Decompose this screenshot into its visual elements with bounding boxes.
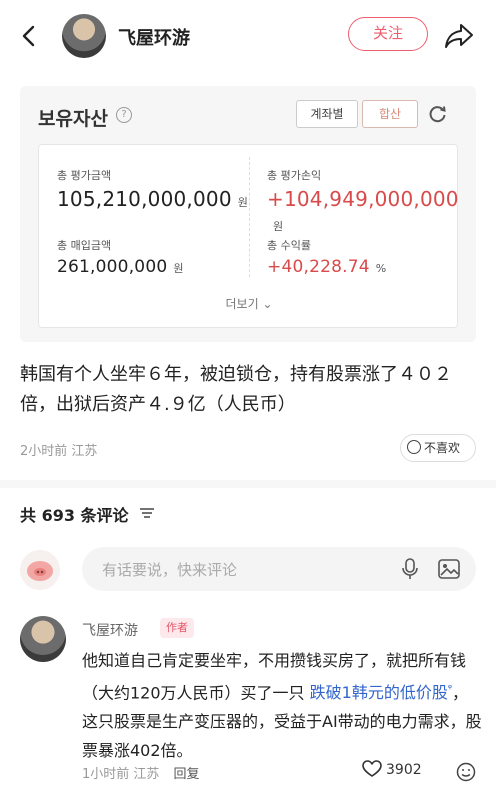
eval-amount-label: 총 평가금액 — [57, 169, 112, 182]
refresh-icon — [429, 106, 446, 123]
comment-text: 他知道自己肯定要坐牢，不用攒钱买房了，就把所有钱（大约120万人民币）买了一只 … — [82, 651, 482, 761]
comment-meta: 1小时前 江苏 回复 — [82, 767, 200, 782]
holdings-screenshot[interactable]: 보유자산 ? 계좌별 합산 총 평가금액 105,210,000,000 원 총 … — [20, 86, 476, 342]
chevron-down-icon: ⌄ — [262, 297, 273, 311]
eval-profit-label: 총 평가손익 — [267, 169, 322, 182]
dislike-button[interactable]: 不喜欢 — [400, 434, 476, 462]
reply-button[interactable]: 回复 — [173, 767, 199, 782]
post-text: 韩国有个人坐牢６年，被迫锁仓，持有股票涨了４０２倍，出狱后资产４.９亿（人民币） — [20, 364, 452, 415]
heart-icon — [362, 760, 382, 777]
author-avatar[interactable] — [62, 14, 106, 58]
section-divider — [0, 480, 496, 488]
frown-face-icon — [407, 440, 421, 454]
microphone-icon[interactable] — [400, 558, 420, 580]
back-arrow-icon[interactable] — [18, 24, 42, 48]
image-icon[interactable] — [438, 559, 460, 579]
author-badge: 作者 — [160, 618, 194, 638]
purchase-amount-value: 261,000,000 원 — [57, 257, 184, 277]
follow-button[interactable]: 关注 — [348, 17, 428, 51]
purchase-amount-label: 총 매입금액 — [57, 239, 112, 252]
share-icon[interactable] — [444, 22, 474, 50]
comment-placeholder: 有话要说，快来评论 — [102, 561, 238, 579]
my-avatar — [20, 550, 60, 590]
help-icon: ? — [116, 107, 132, 123]
holdings-summary: 총 평가금액 105,210,000,000 원 총 평가손익 +104,949,… — [38, 144, 459, 328]
show-more: 더보기 ⌄ — [225, 297, 273, 311]
emoji-icon[interactable] — [456, 762, 476, 782]
eval-amount-value: 105,210,000,000 원 — [57, 187, 249, 211]
tab-by-account: 계좌별 — [296, 100, 358, 128]
divider — [249, 157, 250, 277]
author-name[interactable]: 飞屋环游 — [118, 24, 190, 50]
top-bar: 飞屋环游 关注 — [0, 0, 496, 72]
post-meta: 2小时前 江苏 — [20, 444, 98, 459]
return-rate-label: 총 수익률 — [267, 239, 311, 252]
holdings-title: 보유자산 — [38, 108, 108, 130]
comment-author-name[interactable]: 飞屋环游 — [82, 620, 138, 640]
return-rate-value: +40,228.74% — [267, 257, 387, 277]
comment-count: 共 693 条评论 — [20, 502, 155, 526]
like-button[interactable]: 3902 — [362, 760, 422, 778]
tab-total: 합산 — [362, 100, 418, 128]
sort-filter-icon[interactable] — [140, 507, 155, 519]
comment-author-avatar[interactable] — [20, 616, 66, 662]
comment-input[interactable]: 有话要说，快来评论 — [82, 547, 476, 591]
pig-avatar-icon — [27, 561, 53, 581]
eval-profit-value: +104,949,000,000원 — [267, 187, 459, 233]
stock-search-link[interactable]: 跌破1韩元的低价股ᵠ — [310, 683, 452, 702]
